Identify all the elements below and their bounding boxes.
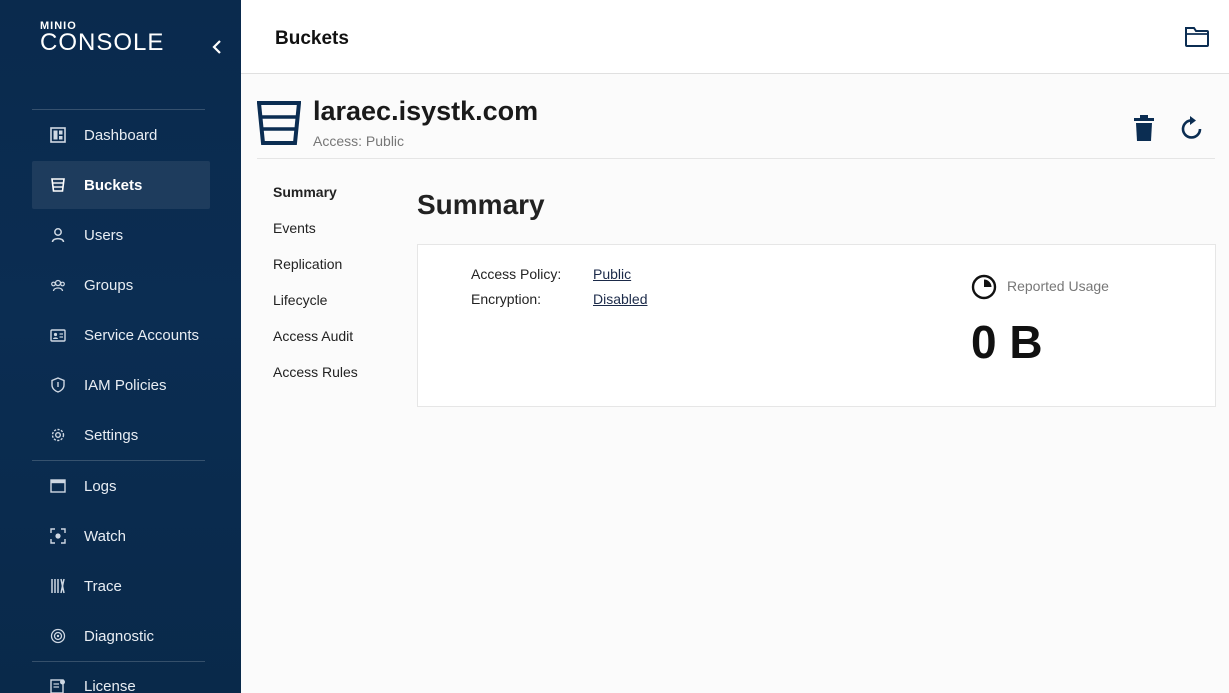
sidebar-item-label: Groups — [84, 276, 134, 294]
minio-console-logo: MINIO CONSOLE — [40, 20, 165, 56]
sidebar-item-label: Diagnostic — [84, 627, 155, 645]
user-icon — [32, 227, 84, 243]
sidebar-item-label: Logs — [84, 477, 117, 495]
bucket-name: laraec.isystk.com — [313, 96, 539, 126]
sidebar-item-service-accounts[interactable]: Service Accounts — [32, 311, 210, 359]
sidebar-item-logs[interactable]: Logs — [32, 462, 210, 510]
sidebar-item-label: Buckets — [84, 176, 143, 194]
collapse-sidebar-button[interactable] — [206, 36, 228, 58]
chevron-left-icon — [212, 40, 221, 54]
bucket-access: Access: Public — [313, 133, 405, 149]
subnav-replication[interactable]: Replication — [273, 256, 342, 272]
sidebar-item-settings[interactable]: Settings — [32, 411, 210, 459]
header-divider — [257, 158, 1215, 159]
sidebar-item-label: Service Accounts — [84, 326, 200, 344]
service-accounts-icon — [32, 327, 84, 343]
reported-usage-label: Reported Usage — [1007, 278, 1109, 294]
sidebar-item-dashboard[interactable]: Dashboard — [32, 111, 210, 159]
sidebar-item-iam-policies[interactable]: IAM Policies — [32, 361, 210, 409]
sidebar-item-buckets[interactable]: Buckets — [32, 161, 210, 209]
sidebar-divider — [32, 460, 205, 461]
access-policy-label: Access Policy: — [471, 266, 562, 282]
folder-icon[interactable] — [1184, 24, 1210, 48]
sidebar: MINIO CONSOLE Dashboard Buckets Users Gr… — [0, 0, 241, 693]
sidebar-item-label: Watch — [84, 527, 126, 545]
sidebar-item-label: IAM Policies — [84, 376, 167, 394]
summary-card: Access Policy: Public Encryption: Disabl… — [417, 244, 1216, 407]
refresh-button[interactable] — [1178, 114, 1206, 142]
logs-icon — [32, 478, 84, 494]
page-title: Buckets — [275, 28, 349, 49]
dashboard-icon — [32, 127, 84, 143]
sidebar-item-watch[interactable]: Watch — [32, 512, 210, 560]
sidebar-item-label: Dashboard — [84, 126, 158, 144]
encryption-link[interactable]: Disabled — [593, 291, 647, 307]
logo-big-text: CONSOLE — [40, 29, 165, 56]
sidebar-divider — [32, 109, 205, 110]
bucket-large-icon — [256, 100, 302, 146]
access-policy-link[interactable]: Public — [593, 266, 631, 282]
trash-icon — [1134, 115, 1154, 141]
diagnostic-icon — [32, 628, 84, 644]
trace-icon — [32, 578, 84, 594]
bucket-icon — [32, 177, 84, 193]
gear-icon — [32, 427, 84, 443]
pie-chart-icon — [971, 274, 997, 300]
refresh-icon — [1181, 116, 1202, 139]
reported-usage-value: 0 B — [971, 316, 1043, 368]
sidebar-item-groups[interactable]: Groups — [32, 261, 210, 309]
sidebar-item-diagnostic[interactable]: Diagnostic — [32, 612, 210, 660]
sidebar-item-users[interactable]: Users — [32, 211, 210, 259]
top-bar: Buckets — [241, 0, 1229, 74]
sidebar-item-label: Settings — [84, 426, 139, 444]
encryption-label: Encryption: — [471, 291, 542, 307]
sidebar-item-label: Trace — [84, 577, 122, 595]
delete-bucket-button[interactable] — [1130, 114, 1158, 142]
groups-icon — [32, 277, 84, 293]
watch-icon — [32, 528, 84, 544]
sidebar-item-label: License — [84, 677, 136, 693]
summary-title: Summary — [417, 189, 545, 220]
subnav-access-audit[interactable]: Access Audit — [273, 328, 353, 344]
shield-icon — [32, 377, 84, 393]
license-icon — [32, 678, 84, 693]
sidebar-item-license[interactable]: License — [32, 662, 210, 693]
subnav-access-rules[interactable]: Access Rules — [273, 364, 358, 380]
sidebar-item-trace[interactable]: Trace — [32, 562, 210, 610]
subnav-summary[interactable]: Summary — [273, 184, 337, 200]
subnav-events[interactable]: Events — [273, 220, 316, 236]
subnav-lifecycle[interactable]: Lifecycle — [273, 292, 327, 308]
sidebar-item-label: Users — [84, 226, 124, 244]
